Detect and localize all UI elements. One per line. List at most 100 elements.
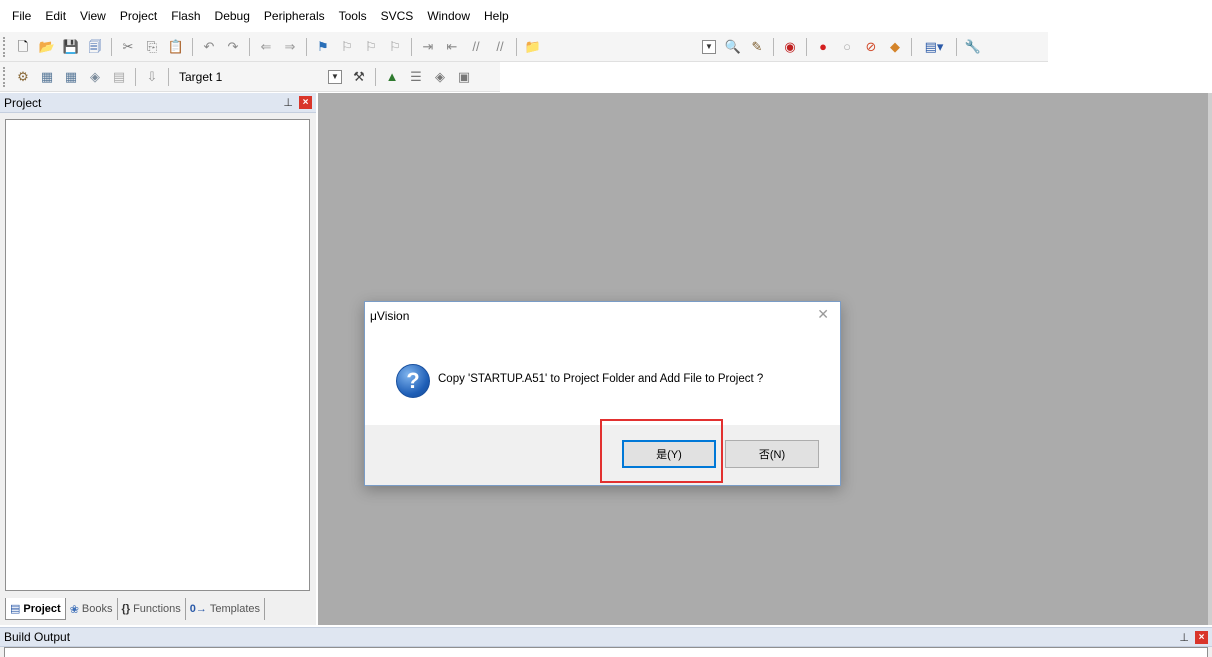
tab-templates-label: Templates [209,603,261,615]
menu-tools[interactable]: Tools [332,0,374,32]
functions-icon: {} [121,603,131,615]
menu-peripherals[interactable]: Peripherals [257,0,332,32]
redo-icon[interactable]: ↷ [223,37,243,57]
build-output-body[interactable] [4,647,1208,657]
tab-functions[interactable]: {} Functions [117,598,186,620]
tab-books[interactable]: ❀ Books [65,598,118,620]
menu-edit[interactable]: Edit [38,0,73,32]
paste-icon[interactable]: 📋 [166,37,186,57]
close-icon[interactable]: × [1195,630,1208,644]
dialog-title: μVision [370,309,410,323]
toolbar-separator [806,37,807,56]
tab-templates[interactable]: 0→ Templates [185,598,266,620]
comment-icon[interactable]: // [466,37,486,57]
highlight-box [600,419,723,483]
close-icon[interactable]: ✕ [817,306,829,323]
toolbar-separator [168,67,169,86]
project-tabs: ▤ Project ❀ Books {} Functions 0→ Templa… [5,598,266,620]
close-icon[interactable]: × [299,96,312,109]
question-icon: ? [396,364,430,398]
incremental-find-icon[interactable]: ✎ [747,37,767,57]
project-panel-header: Project ⊥ × [0,93,316,113]
toolbar-separator [306,37,307,56]
file-extensions-icon[interactable]: ▲ [382,67,402,87]
build-icon[interactable]: ▦ [37,67,57,87]
target-select[interactable]: Target 1 [173,67,323,87]
window-layout-icon[interactable]: ▤▾ [918,37,950,57]
uncomment-icon[interactable]: // [490,37,510,57]
toolbar-separator [249,37,250,56]
toolbar-separator [192,37,193,56]
manage-components-icon[interactable]: ☰ [406,67,426,87]
start-debug-icon[interactable]: ◉ [780,37,800,57]
cut-icon[interactable]: ✂ [118,37,138,57]
breakpoint-kill-all-icon[interactable]: ◆ [885,37,905,57]
bookmark-icon[interactable]: ⚑ [313,37,333,57]
file-toolbar: 🗋 📂 💾 🗐 ✂ ⎘ 📋 ↶ ↷ ⇐ ⇒ ⚑ ⚐ ⚐ ⚐ ⇥ ⇤ // // … [0,32,1048,62]
breakpoint-insert-icon[interactable]: ● [813,37,833,57]
target-options-icon[interactable]: ⚒ [349,67,369,87]
save-all-icon[interactable]: 🗐 [85,37,105,57]
menu-window[interactable]: Window [420,0,477,32]
translate-icon[interactable]: ⚙ [13,67,33,87]
target-dropdown-icon[interactable]: ▼ [325,67,345,87]
no-button[interactable]: 否(N) [725,440,819,468]
workspace-edge [1208,93,1212,625]
menu-flash[interactable]: Flash [164,0,207,32]
bookmark-next-icon[interactable]: ⚐ [361,37,381,57]
toolbar-separator [111,37,112,56]
toolbar-separator [956,37,957,56]
pin-icon[interactable]: ⊥ [283,96,293,109]
tab-books-label: Books [81,603,113,615]
undo-icon[interactable]: ↶ [199,37,219,57]
new-file-icon[interactable]: 🗋 [13,37,33,57]
templates-icon: 0→ [189,603,207,615]
project-panel-title: Project [4,95,42,110]
batch-build-icon[interactable]: ◈ [85,67,105,87]
pin-icon[interactable]: ⊥ [1179,631,1189,644]
save-icon[interactable]: 💾 [61,37,81,57]
build-output-header: Build Output ⊥ × [0,627,1212,647]
project-tree[interactable] [5,119,310,591]
toolbar-separator [411,37,412,56]
bookmark-clear-icon[interactable]: ⚐ [385,37,405,57]
pack-installer-icon[interactable]: ▣ [454,67,474,87]
breakpoint-disable-icon[interactable]: ○ [837,37,857,57]
breakpoint-disable-all-icon[interactable]: ⊘ [861,37,881,57]
open-folder-icon[interactable]: 📂 [37,37,57,57]
toolbar-separator [911,37,912,56]
books-icon: ❀ [69,603,79,616]
configure-icon[interactable]: 🔧 [963,37,983,57]
build-output-title: Build Output [4,630,71,644]
rebuild-icon[interactable]: ▦ [61,67,81,87]
stop-build-icon[interactable]: ▤ [109,67,129,87]
copy-icon[interactable]: ⎘ [142,37,162,57]
find-dropdown-icon[interactable]: ▼ [699,37,719,57]
find-in-files-icon[interactable]: 📁 [523,37,543,57]
build-output-panel: Build Output ⊥ × [0,627,1212,657]
nav-forward-icon[interactable]: ⇒ [280,37,300,57]
menu-debug[interactable]: Debug [208,0,257,32]
menu-svcs[interactable]: SVCS [374,0,421,32]
toolbar-separator [773,37,774,56]
tab-functions-label: Functions [133,603,181,615]
toolbar-separator [516,37,517,56]
select-packs-icon[interactable]: ◈ [430,67,450,87]
unindent-icon[interactable]: ⇤ [442,37,462,57]
toolbar-grip[interactable] [3,36,7,57]
download-icon[interactable]: ⇩ [142,67,162,87]
menu-bar: File Edit View Project Flash Debug Perip… [0,0,1212,32]
menu-file[interactable]: File [5,0,38,32]
menu-view[interactable]: View [73,0,113,32]
nav-back-icon[interactable]: ⇐ [256,37,276,57]
build-toolbar: ⚙ ▦ ▦ ◈ ▤ ⇩ Target 1 ▼ ⚒ ▲ ☰ ◈ ▣ [0,62,500,92]
toolbar-separator [135,67,136,86]
find-icon[interactable]: 🔍 [723,37,743,57]
bookmark-prev-icon[interactable]: ⚐ [337,37,357,57]
tab-project[interactable]: ▤ Project [5,598,66,620]
menu-help[interactable]: Help [477,0,516,32]
toolbar-grip[interactable] [3,66,7,87]
indent-icon[interactable]: ⇥ [418,37,438,57]
tab-project-label: Project [23,602,61,615]
menu-project[interactable]: Project [113,0,164,32]
